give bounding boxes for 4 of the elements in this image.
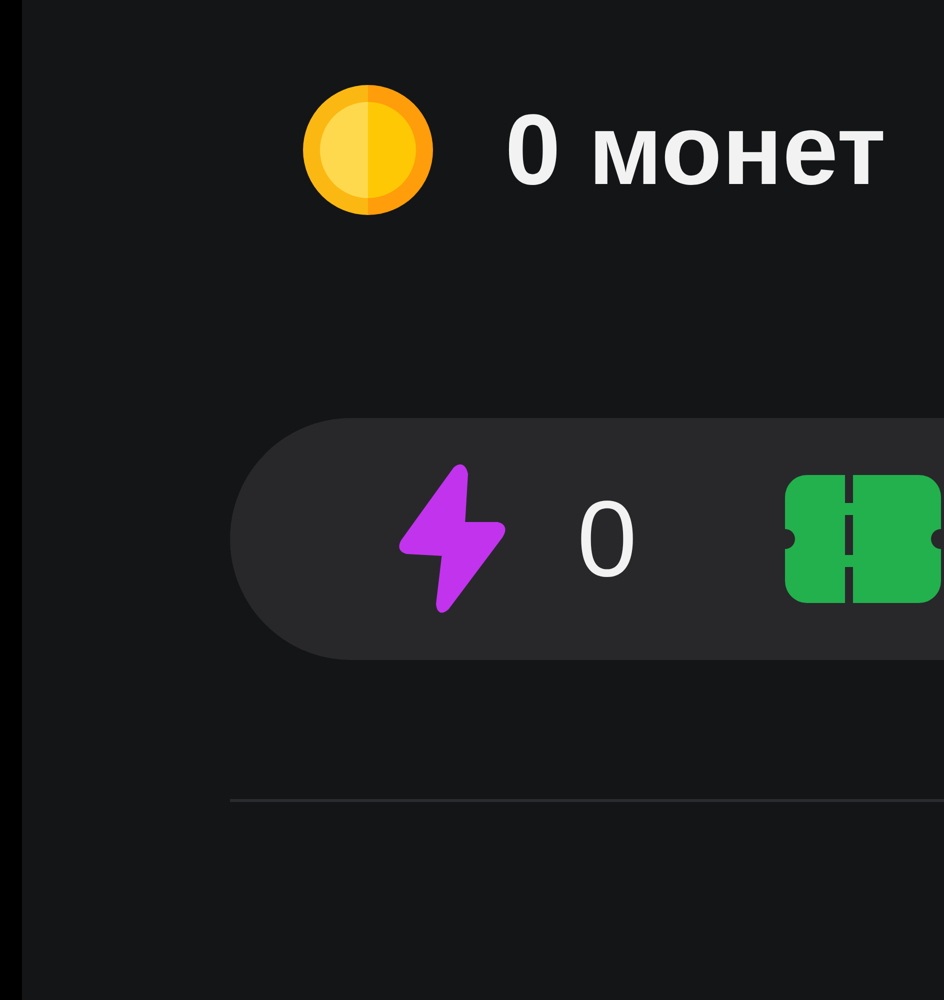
coin-balance: 0 монет	[505, 100, 886, 200]
energy-count: 0	[577, 485, 638, 593]
coin-icon	[303, 85, 433, 215]
ticket-icon	[785, 475, 942, 603]
